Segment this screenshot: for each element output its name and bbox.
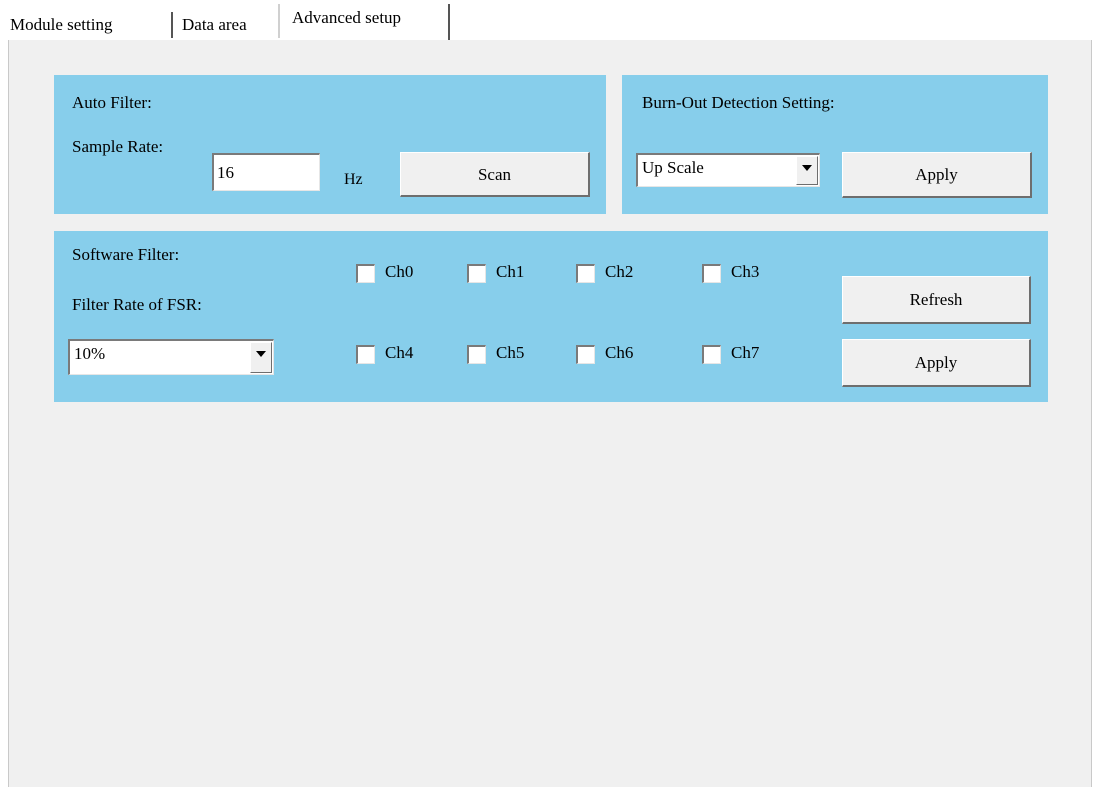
ch6-checkbox[interactable]: [576, 345, 595, 364]
ch5-checkbox[interactable]: [467, 345, 486, 364]
ch2-checkbox[interactable]: [576, 264, 595, 283]
sample-rate-unit: Hz: [344, 171, 363, 188]
ch5-label: Ch5: [496, 343, 525, 362]
scan-button[interactable]: Scan: [400, 152, 590, 197]
burnout-detection-group: Burn-Out Detection Setting: Up Scale App…: [622, 75, 1048, 214]
burnout-mode-select[interactable]: Up Scale: [636, 153, 820, 187]
tab-bar: Module setting Data area Advanced setup: [0, 0, 1093, 42]
ch1-checkbox[interactable]: [467, 264, 486, 283]
filter-rate-select[interactable]: 10%: [68, 339, 274, 375]
auto-filter-group: Auto Filter: Sample Rate: Hz Scan: [54, 75, 606, 214]
tab-separator: [448, 4, 450, 40]
software-filter-group: Software Filter: Filter Rate of FSR: 10%…: [54, 231, 1048, 402]
ch7-label: Ch7: [731, 343, 760, 362]
ch2-label: Ch2: [605, 262, 634, 281]
chevron-down-icon[interactable]: [796, 156, 818, 185]
software-filter-apply-button[interactable]: Apply: [842, 339, 1031, 387]
burnout-mode-value: Up Scale: [642, 158, 704, 177]
ch7-checkbox[interactable]: [702, 345, 721, 364]
tab-data-area[interactable]: Data area: [180, 10, 249, 40]
auto-filter-title: Auto Filter:: [72, 93, 152, 112]
burnout-apply-button[interactable]: Apply: [842, 152, 1032, 198]
tab-separator: [171, 12, 173, 38]
sample-rate-label: Sample Rate:: [72, 137, 164, 156]
tab-advanced-setup[interactable]: Advanced setup: [290, 3, 403, 33]
filter-rate-value: 10%: [74, 344, 106, 363]
burnout-detection-title: Burn-Out Detection Setting:: [642, 93, 835, 112]
ch3-label: Ch3: [731, 262, 760, 281]
ch6-label: Ch6: [605, 343, 634, 362]
software-filter-title: Software Filter:: [72, 245, 180, 264]
ch0-checkbox[interactable]: [356, 264, 375, 283]
ch0-label: Ch0: [385, 262, 414, 281]
chevron-down-icon[interactable]: [250, 342, 272, 373]
ch3-checkbox[interactable]: [702, 264, 721, 283]
refresh-button[interactable]: Refresh: [842, 276, 1031, 324]
tab-separator: [278, 4, 280, 38]
ch4-checkbox[interactable]: [356, 345, 375, 364]
ch4-label: Ch4: [385, 343, 414, 362]
tab-module-setting[interactable]: Module setting: [8, 10, 114, 40]
sample-rate-input[interactable]: [212, 153, 320, 191]
ch1-label: Ch1: [496, 262, 525, 281]
filter-rate-label: Filter Rate of FSR:: [72, 295, 202, 314]
